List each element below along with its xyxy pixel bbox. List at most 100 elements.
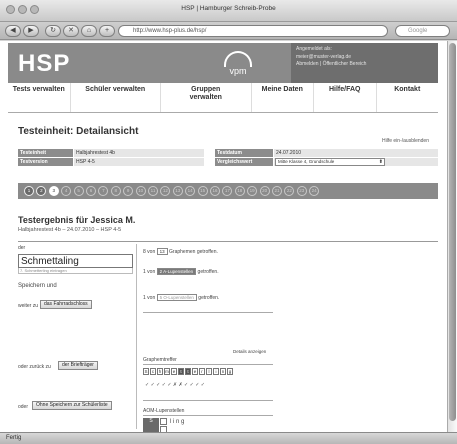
- entry-column: der Schmettaling 7. Schmetterling eintra…: [18, 244, 133, 432]
- aom-marked-cell: S: [143, 418, 159, 432]
- close-window-button[interactable]: [6, 5, 15, 14]
- home-icon[interactable]: ⌂: [81, 25, 97, 37]
- aom-rest: l i n g: [170, 419, 185, 425]
- logout-link[interactable]: Abmelden | Öffentlicher Bereich: [296, 61, 433, 69]
- progress-step[interactable]: 22: [284, 186, 295, 196]
- progress-step[interactable]: 9: [123, 186, 134, 196]
- nav-kontakt[interactable]: Kontakt: [377, 83, 439, 112]
- user-email: meier@muster-verlag.de: [296, 53, 352, 60]
- nav-schueler[interactable]: Schüler verwalten: [71, 83, 161, 112]
- progress-step[interactable]: 1: [24, 186, 34, 196]
- progress-step[interactable]: 8: [110, 186, 121, 196]
- progress-step[interactable]: 23: [296, 186, 307, 196]
- web-page: HSP vpm Angemeldet als: meier@muster-ver…: [0, 41, 447, 432]
- progress-step[interactable]: 10: [135, 186, 146, 196]
- grapheme-cell: t: [178, 368, 184, 375]
- next-prefix: weiter zu: [18, 303, 39, 309]
- scrollbar-thumb[interactable]: [449, 43, 456, 421]
- progress-step[interactable]: 16: [210, 186, 220, 196]
- progress-step[interactable]: 17: [222, 186, 233, 196]
- progress-step[interactable]: 5: [73, 186, 84, 196]
- progress-step[interactable]: 6: [86, 186, 96, 196]
- progress-step[interactable]: 19: [247, 186, 258, 196]
- aom-cell: [160, 418, 167, 425]
- vpm-arc-icon: [224, 51, 252, 67]
- progress-step[interactable]: 24: [309, 186, 320, 196]
- or-label: oder: [18, 404, 29, 410]
- progress-step[interactable]: 12: [160, 186, 171, 196]
- aom-title-divider: [143, 415, 273, 416]
- back-arrow-icon[interactable]: ◀: [5, 25, 21, 37]
- section-divider: [143, 312, 273, 313]
- progress-step[interactable]: 11: [148, 186, 158, 196]
- next-word-button[interactable]: das Fahrradschloss: [40, 300, 92, 309]
- progress-step[interactable]: 14: [185, 186, 196, 196]
- help-toggle-link[interactable]: Hilfe ein-/ausblenden: [382, 138, 429, 144]
- browser-toolbar: ◀ ▶ ↻ ✕ ⌂ + http://www.hsp-plus.de/hsp/ …: [0, 22, 457, 40]
- grapheme-cell: t: [185, 368, 191, 375]
- progress-step[interactable]: 2: [36, 186, 47, 196]
- grapheme-cell: e: [192, 368, 198, 375]
- word-input[interactable]: Schmettaling: [18, 254, 133, 268]
- grapheme-cell: l: [206, 368, 212, 375]
- grapheme-cell: c: [150, 368, 156, 375]
- reload-icon[interactable]: ↻: [45, 25, 61, 37]
- aom-cell-text: S: [149, 418, 153, 424]
- stop-icon[interactable]: ✕: [63, 25, 79, 37]
- vergleichswert-label: Vergleichswert: [215, 158, 273, 166]
- site-header: HSP vpm Angemeldet als: meier@muster-ver…: [8, 43, 438, 83]
- progress-step[interactable]: 7: [98, 186, 109, 196]
- vergleichswert-value: Mitte Klasse 4, Grundschule: [278, 159, 335, 164]
- student-list-button[interactable]: Ohne Speichern zur Schülerliste: [32, 401, 112, 410]
- o-lupenstellen-summary: 1 von 5 O-Lupenstellen getroffen.: [143, 294, 220, 301]
- window-title: HSP | Hamburger Schreib-Probe: [181, 5, 276, 12]
- save-heading: Speichern und: [18, 283, 57, 289]
- nav-gruppen[interactable]: Gruppen verwalten: [161, 83, 252, 112]
- graphem-title: Graphemtreffer: [143, 357, 177, 363]
- column-divider: [136, 244, 137, 429]
- grapheme-checks: ✓ ✓ ✓ ✓ ✓ ✗ ✗ ✓ ✓ ✓ ✓: [145, 382, 205, 388]
- forward-arrow-icon[interactable]: ▶: [23, 25, 39, 37]
- progress-step[interactable]: 3: [48, 186, 59, 196]
- nav-tests[interactable]: Tests verwalten: [8, 83, 71, 112]
- page-title: Testeinheit: Detailansicht: [18, 126, 139, 137]
- a-lupenstellen-summary: 1 von 2 A-Lupenstellen getroffen.: [143, 268, 219, 275]
- grapheme-count: 13: [156, 248, 168, 255]
- main-navigation: Tests verwalten Schüler verwalten Gruppe…: [8, 83, 438, 113]
- result-subline: Halbjahrestest 4b – 24.07.2010 – HSP 4-5: [18, 227, 122, 233]
- grapheme-cell: m: [164, 368, 170, 375]
- testeinheit-label: Testeinheit: [18, 149, 73, 157]
- grapheme-cell: r: [199, 368, 205, 375]
- o-lupenstellen-box: 5 O-Lupenstellen: [156, 294, 197, 301]
- progress-step[interactable]: 15: [197, 186, 208, 196]
- minimize-window-button[interactable]: [18, 5, 27, 14]
- progress-step[interactable]: 21: [272, 186, 282, 196]
- zoom-window-button[interactable]: [30, 5, 39, 14]
- progress-step[interactable]: 18: [234, 186, 245, 196]
- details-toggle-link[interactable]: Details anzeigen: [233, 349, 266, 354]
- progress-step[interactable]: 20: [259, 186, 270, 196]
- title-bar: HSP | Hamburger Schreib-Probe: [0, 0, 457, 22]
- login-label: Angemeldet als:: [296, 46, 332, 52]
- vertical-scrollbar[interactable]: [447, 41, 457, 432]
- progress-step[interactable]: 13: [172, 186, 183, 196]
- user-info-box: Angemeldet als: meier@muster-verlag.de A…: [291, 43, 438, 83]
- word-hint: 7. Schmetterling eintragen: [18, 268, 133, 274]
- testversion-value: HSP 4-5: [74, 158, 204, 166]
- testdatum-value: 24.07.2010: [274, 149, 438, 157]
- hsp-logo[interactable]: HSP: [18, 50, 70, 78]
- url-field[interactable]: http://www.hsp-plus.de/hsp/: [118, 25, 388, 37]
- aom-divider: [143, 400, 273, 401]
- progress-step[interactable]: 4: [61, 186, 72, 196]
- a-lupenstellen-box: 2 A-Lupenstellen: [156, 268, 197, 275]
- aom-title: AOM-Lupenstellen: [143, 408, 185, 414]
- add-bookmark-icon[interactable]: +: [99, 25, 115, 37]
- previous-word-button[interactable]: der Briefträger: [58, 361, 98, 370]
- graphem-divider: [143, 364, 273, 365]
- nav-meine-daten[interactable]: Meine Daten: [252, 83, 314, 112]
- search-field[interactable]: Google: [395, 25, 450, 37]
- back-prefix: oder zurück zu: [18, 364, 51, 370]
- status-bar: Fertig: [0, 432, 457, 444]
- nav-hilfe[interactable]: Hilfe/FAQ: [314, 83, 377, 112]
- vergleichswert-select[interactable]: Mitte Klasse 4, Grundschule ⬍: [275, 158, 385, 166]
